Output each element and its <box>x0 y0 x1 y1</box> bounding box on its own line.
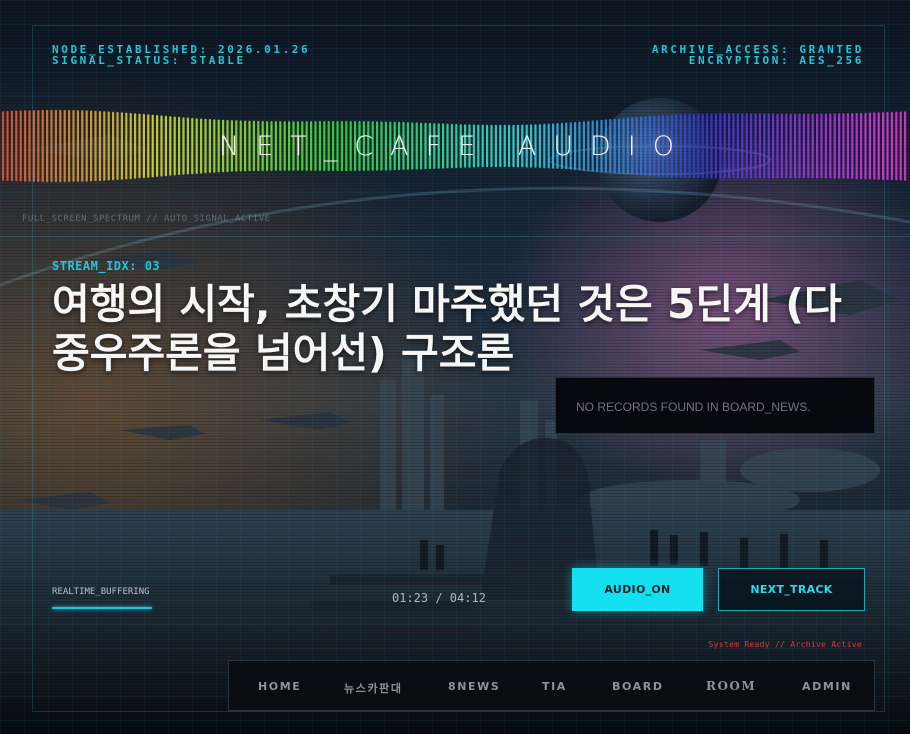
nav-item-admin[interactable]: ADMIN <box>802 680 852 693</box>
audio-on-button[interactable]: AUDIO_ON <box>572 568 703 611</box>
system-status: System Ready // Archive Active <box>708 640 862 649</box>
encryption-status: ENCRYPTION: AES_256 <box>688 54 864 67</box>
header-meta-left: NODE_ESTABLISHED: 2026.01.26 SIGNAL_STAT… <box>52 44 310 66</box>
nav-item-tia[interactable]: TIA <box>542 680 567 693</box>
playback-time: 01:23 / 04:12 <box>392 591 486 605</box>
news-empty-message: NO RECORDS FOUND IN BOARD_NEWS. <box>576 400 811 414</box>
stream-title: 여행의 시작, 초창기 마주했던 것은 5딘계 (다중우주론을 넘어선) 구조론 <box>52 280 842 377</box>
next-track-button[interactable]: NEXT_TRACK <box>718 568 865 611</box>
nav-item-home[interactable]: HOME <box>258 680 301 693</box>
divider-line <box>0 236 910 237</box>
buffer-label: REALTIME_BUFFERING <box>52 587 150 597</box>
stream-index: STREAM_IDX: 03 <box>52 259 161 273</box>
news-panel: NO RECORDS FOUND IN BOARD_NEWS. <box>555 377 875 434</box>
nav-item-newsstand[interactable]: 뉴스카판대 <box>344 680 403 696</box>
buffer-progress-bar <box>52 607 152 609</box>
header-meta-right: ARCHIVE_ACCESS: GRANTED ENCRYPTION: AES_… <box>652 44 864 66</box>
nav-item-board[interactable]: BOARD <box>612 680 664 693</box>
brand-title: NET_CAFE AUDIO <box>219 131 691 162</box>
signal-status: SIGNAL_STATUS: STABLE <box>52 54 246 67</box>
bottom-nav: HOME 뉴스카판대 8NEWS TIA BOARD ROOM ADMIN <box>228 660 875 711</box>
nav-item-room[interactable]: ROOM <box>706 679 756 693</box>
nav-item-8news[interactable]: 8NEWS <box>448 680 500 693</box>
spectrum-caption: FULL_SCREEN_SPECTRUM // AUTO_SIGNAL_ACTI… <box>22 214 271 224</box>
